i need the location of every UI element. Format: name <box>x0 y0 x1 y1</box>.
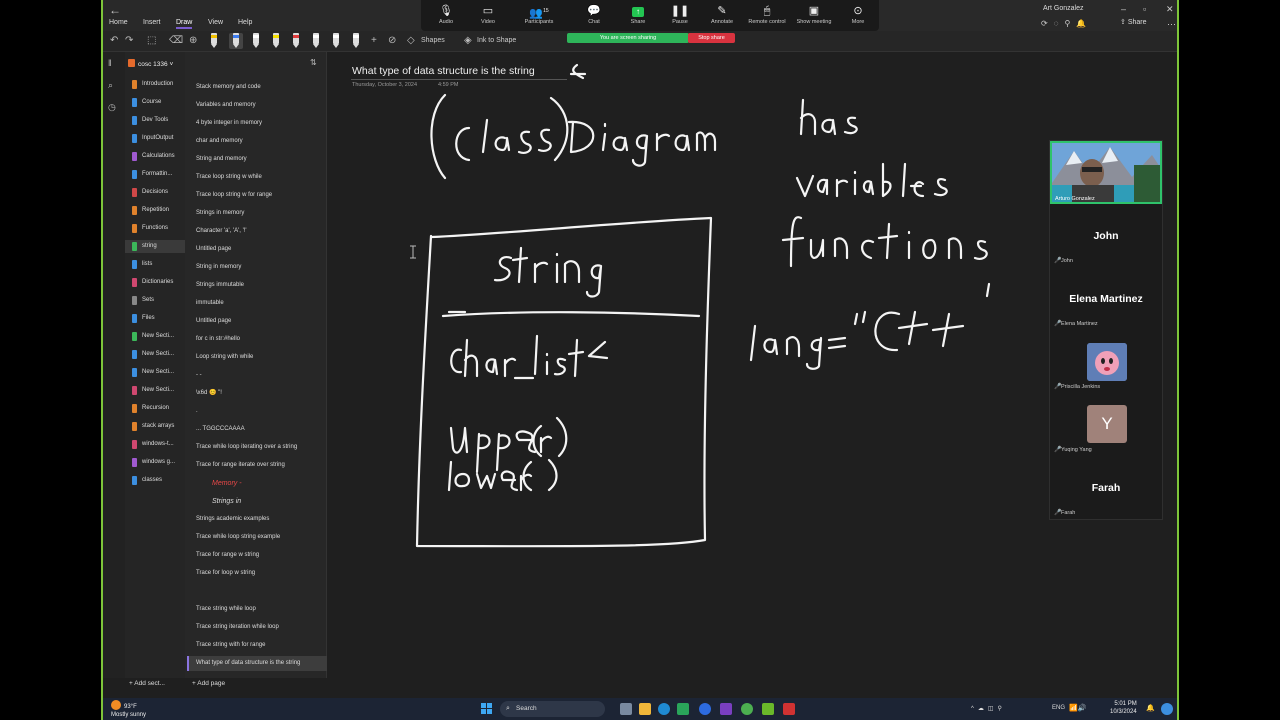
clock-time: 5:01 PM <box>1114 701 1137 707</box>
ink-string <box>493 246 603 298</box>
app-red-icon[interactable] <box>783 703 795 715</box>
onenote-icon[interactable] <box>720 703 732 715</box>
ink-i <box>601 122 607 152</box>
ink-upper <box>449 416 568 474</box>
system-tray-icons[interactable]: ^☁◫⚲ <box>971 705 1006 712</box>
participant-elena-name: Elena Martinez <box>1069 293 1143 305</box>
chrome-icon[interactable] <box>741 703 753 715</box>
participant-john-name: John <box>1093 230 1119 242</box>
ink-c <box>455 126 471 162</box>
weather-text: Mostly sunny <box>111 712 147 718</box>
ink-a2 <box>612 136 629 152</box>
ink-a <box>494 136 511 152</box>
participant-priscilla-label: Priscilla Jenkins <box>1061 384 1101 390</box>
participant-yuqing-label: Yuqing Yang <box>1061 447 1092 453</box>
language-indicator[interactable]: ENG <box>1052 705 1065 711</box>
ink-has <box>799 98 858 136</box>
file-explorer-icon[interactable] <box>639 703 651 715</box>
taskbar-search[interactable]: ⌕ Search <box>500 701 605 717</box>
search-label: Search <box>516 705 537 712</box>
edge-icon[interactable] <box>658 703 670 715</box>
clock-date: 10/3/2024 <box>1110 709 1137 715</box>
sun-icon <box>111 700 121 710</box>
temperature: 93°F <box>124 704 137 710</box>
ink-divider <box>441 310 701 318</box>
start-button[interactable] <box>481 703 493 715</box>
ink-a3 <box>674 134 691 152</box>
ink-g <box>631 134 649 167</box>
task-view-icon[interactable] <box>620 703 632 715</box>
participant-avatar-kirby <box>1087 343 1127 381</box>
video-thumbnail <box>1052 143 1160 202</box>
clock[interactable]: 5:01 PM 10/3/2024 <box>1110 700 1137 716</box>
ink-s2 <box>537 128 552 152</box>
ink-s1 <box>517 130 532 154</box>
windows-taskbar: 93°F Mostly sunny ⌕ Search ^☁◫⚲ ENG 📶🔊 5:0… <box>103 698 1177 720</box>
participant-avatar-y: Y <box>1087 405 1127 443</box>
ink-lower <box>447 458 558 492</box>
ink-variables <box>795 162 948 198</box>
presenter-name: Arturo Gonzalez <box>1055 196 1095 202</box>
handwritten-ink <box>410 63 991 548</box>
ink-l <box>481 118 489 154</box>
ink-lang <box>749 324 847 370</box>
ink-open-paren <box>430 93 447 180</box>
onenote-window: ← Home Insert Draw View Help Art Gonzale… <box>101 0 1179 720</box>
search-icon: ⌕ <box>506 705 510 712</box>
participant-farah-label: Farah <box>1061 510 1076 516</box>
ink-m <box>695 131 717 152</box>
ink-c-plus <box>853 310 901 352</box>
ink-char-list <box>450 334 609 380</box>
participant-elena-label: Elena Martinez <box>1061 321 1098 327</box>
store-icon[interactable] <box>677 703 689 715</box>
participant-john-label: John <box>1061 258 1073 264</box>
network-icon[interactable]: 📶🔊 <box>1069 704 1086 712</box>
weather-widget[interactable]: 93°F Mostly sunny <box>111 700 146 719</box>
app-icon[interactable] <box>762 703 774 715</box>
participant-farah-name: Farah <box>1091 482 1121 494</box>
text-cursor-icon <box>410 245 416 259</box>
ink-plusplus <box>897 282 991 348</box>
ink-arrow-title <box>569 63 587 80</box>
zoom-icon[interactable] <box>699 703 711 715</box>
ink-functions <box>781 216 988 268</box>
ink-d <box>567 120 595 154</box>
notification-icon[interactable]: 🔔 <box>1146 704 1155 712</box>
copilot-icon[interactable] <box>1161 703 1173 715</box>
presenter-video[interactable]: Arturo Gonzalez <box>1050 141 1162 204</box>
ink-close-paren <box>549 96 569 162</box>
ink-r <box>655 132 671 152</box>
